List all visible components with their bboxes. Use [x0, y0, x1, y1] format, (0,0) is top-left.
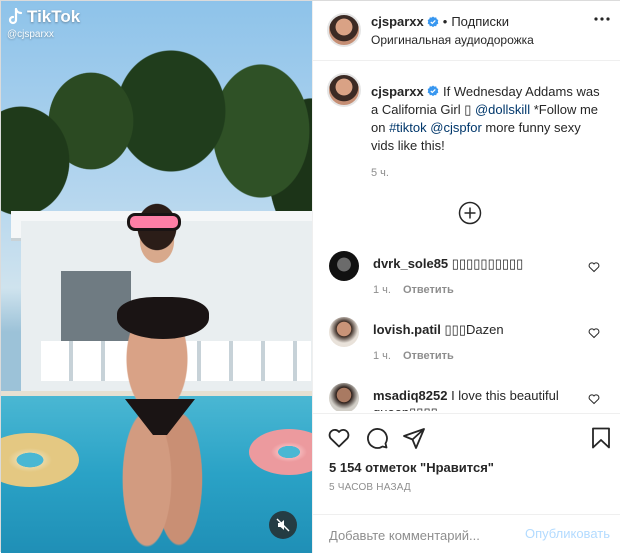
caption-mention-cjspfor[interactable]: @cjspfor	[430, 120, 482, 135]
comments-list: dvrk_sole85 ▯▯▯▯▯▯▯▯▯▯ 1 ч. Ответить lovi…	[313, 251, 620, 411]
comment-time: 1 ч.	[373, 284, 391, 296]
tiktok-wordmark: TikTok	[27, 7, 81, 26]
caption-avatar[interactable]	[327, 73, 361, 107]
caption-hashtag-tiktok[interactable]: #tiktok	[389, 120, 427, 135]
comment-body: dvrk_sole85 ▯▯▯▯▯▯▯▯▯▯	[373, 255, 583, 272]
caption-text: cjsparxx If Wednesday Addams was a Calif…	[371, 83, 607, 155]
video-scene-sunglasses	[127, 213, 181, 231]
video-scene-swimsuit-top	[117, 297, 209, 339]
comment-item: msadiq8252 I love this beautiful queen▯▯…	[313, 383, 620, 411]
header-separator: •	[442, 14, 448, 29]
author-avatar[interactable]	[327, 13, 361, 47]
comment-text: ▯▯▯Dazen	[444, 322, 504, 337]
post-video[interactable]: TikTok @cjsparxx	[1, 1, 312, 553]
caption-username[interactable]: cjsparxx	[371, 84, 424, 99]
caption-mention-dollskill[interactable]: @dollskill	[475, 102, 530, 117]
comment-body: lovish.patil ▯▯▯Dazen	[373, 321, 583, 338]
add-comment-bar: Опубликовать	[313, 514, 620, 554]
author-username[interactable]: cjsparxx	[371, 14, 424, 29]
post-comment-button[interactable]: Опубликовать	[525, 526, 610, 541]
instagram-post-modal: TikTok @cjsparxx cjsparxx • Подписки Ори…	[0, 0, 620, 553]
reply-button[interactable]: Ответить	[403, 350, 454, 362]
comment-username[interactable]: msadiq8252	[373, 388, 447, 403]
comment-bubble-icon[interactable]	[365, 426, 389, 450]
comment-meta: 1 ч. Ответить	[373, 350, 454, 362]
audio-track-link[interactable]: Оригинальная аудиодорожка	[371, 33, 534, 47]
comment-avatar[interactable]	[329, 317, 359, 347]
verified-badge-icon	[428, 85, 439, 97]
speaker-muted-icon	[276, 518, 290, 532]
comment-meta: 1 ч. Ответить	[373, 284, 454, 296]
tiktok-watermark: TikTok @cjsparxx	[7, 7, 80, 40]
tiktok-logo-icon	[8, 8, 23, 25]
post-header: cjsparxx • Подписки Оригинальная аудиодо…	[313, 1, 620, 61]
post-side-panel: cjsparxx • Подписки Оригинальная аудиодо…	[312, 1, 620, 553]
save-bookmark-icon[interactable]	[589, 426, 613, 450]
share-paper-plane-icon[interactable]	[402, 426, 426, 450]
caption-timestamp: 5 ч.	[371, 167, 389, 179]
likes-count[interactable]: 5 154 отметок "Нравится"	[329, 460, 494, 475]
comment-avatar[interactable]	[329, 251, 359, 281]
like-heart-icon[interactable]	[327, 426, 351, 450]
comment-username[interactable]: lovish.patil	[373, 322, 441, 337]
comment-item: lovish.patil ▯▯▯Dazen 1 ч. Ответить	[313, 317, 620, 377]
following-button[interactable]: Подписки	[451, 14, 509, 29]
author-line: cjsparxx • Подписки	[371, 14, 509, 29]
like-comment-heart-icon[interactable]	[588, 261, 600, 273]
mute-button[interactable]	[269, 511, 297, 539]
load-more-comments-icon[interactable]	[458, 201, 482, 225]
video-scene-person	[97, 189, 217, 549]
comment-input[interactable]	[329, 525, 519, 545]
comment-item: dvrk_sole85 ▯▯▯▯▯▯▯▯▯▯ 1 ч. Ответить	[313, 251, 620, 311]
comment-time: 1 ч.	[373, 350, 391, 362]
caption-emoji: ▯	[464, 102, 472, 117]
comment-username[interactable]: dvrk_sole85	[373, 256, 448, 271]
comment-avatar[interactable]	[329, 383, 359, 411]
tiktok-handle: @cjsparxx	[7, 29, 54, 40]
verified-badge-icon	[427, 16, 439, 27]
comment-body: msadiq8252 I love this beautiful queen▯▯…	[373, 387, 583, 411]
post-timestamp: 5 ЧАСОВ НАЗАД	[329, 482, 411, 493]
like-comment-heart-icon[interactable]	[588, 327, 600, 339]
more-options-icon[interactable]	[594, 17, 610, 21]
post-actions: 5 154 отметок "Нравится" 5 ЧАСОВ НАЗАД О…	[313, 413, 620, 553]
comment-text: ▯▯▯▯▯▯▯▯▯▯	[451, 256, 524, 271]
like-comment-heart-icon[interactable]	[588, 393, 600, 405]
reply-button[interactable]: Ответить	[403, 284, 454, 296]
